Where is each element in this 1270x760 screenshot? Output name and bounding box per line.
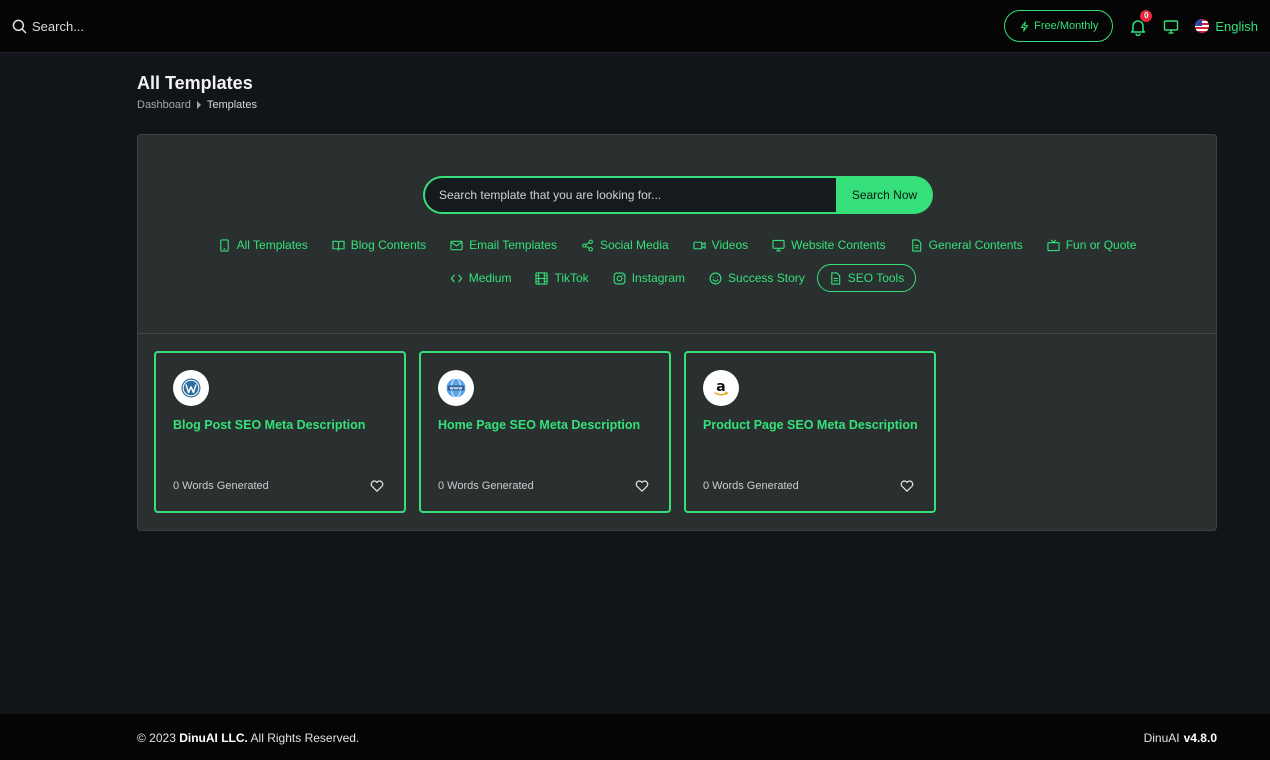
- category-label: TikTok: [554, 271, 589, 285]
- search-icon: [12, 19, 27, 33]
- category-seo-tools[interactable]: SEO Tools: [816, 264, 917, 292]
- category-website-contents[interactable]: Website Contents: [760, 231, 898, 259]
- version-info: DinuAI v4.8.0: [1144, 731, 1217, 745]
- words-generated: 0 Words Generated: [438, 480, 534, 492]
- language-selector[interactable]: English: [1195, 19, 1258, 34]
- category-label: Videos: [711, 238, 749, 252]
- category-medium[interactable]: Medium: [438, 264, 524, 292]
- display-mode-button[interactable]: [1163, 17, 1181, 35]
- category-label: All Templates: [236, 238, 308, 252]
- words-generated: 0 Words Generated: [173, 480, 269, 492]
- card-footer: 0 Words Generated: [438, 479, 649, 493]
- category-social-media[interactable]: Social Media: [569, 231, 681, 259]
- template-search-bar: Search Now: [423, 176, 933, 214]
- monitor-icon: [772, 239, 785, 251]
- category-row-2: Medium TikTok Instagram Success Story SE…: [438, 264, 917, 292]
- category-general-contents[interactable]: General Contents: [898, 231, 1035, 259]
- card-title: Product Page SEO Meta Description: [703, 418, 918, 432]
- heart-icon[interactable]: [370, 479, 384, 493]
- smile-icon: [709, 272, 722, 284]
- plan-label: Free/Monthly: [1034, 20, 1099, 32]
- category-fun-or-quote[interactable]: Fun or Quote: [1035, 231, 1149, 259]
- lightning-icon: [1020, 20, 1029, 32]
- template-card-home-page-seo[interactable]: www Home Page SEO Meta Description 0 Wor…: [419, 351, 671, 513]
- amazon-icon: a: [703, 370, 739, 406]
- category-filters: All Templates Blog Contents Email Templa…: [138, 231, 1216, 292]
- video-icon: [693, 241, 706, 249]
- top-search[interactable]: Search...: [12, 19, 84, 34]
- category-label: Success Story: [728, 271, 805, 285]
- monitor-icon: [1164, 20, 1179, 34]
- category-label: Fun or Quote: [1065, 238, 1137, 252]
- page-title: All Templates: [137, 73, 253, 93]
- filter-area: Search Now All Templates Blog Contents E…: [138, 135, 1216, 334]
- heart-icon[interactable]: [635, 479, 649, 493]
- template-search-input[interactable]: [423, 176, 836, 214]
- svg-text:a: a: [716, 379, 725, 395]
- product-name: DinuAI: [1143, 731, 1180, 745]
- breadcrumb-dashboard[interactable]: Dashboard: [137, 99, 191, 111]
- category-instagram[interactable]: Instagram: [601, 264, 697, 292]
- document-icon: [911, 238, 921, 252]
- film-icon: [535, 271, 549, 285]
- tv-icon: [1047, 239, 1060, 251]
- category-label: Website Contents: [791, 238, 886, 252]
- template-card-blog-post-seo[interactable]: Blog Post SEO Meta Description 0 Words G…: [154, 351, 406, 513]
- plan-button[interactable]: Free/Monthly: [1004, 10, 1114, 42]
- card-footer: 0 Words Generated: [173, 479, 384, 493]
- us-flag-icon: [1195, 19, 1210, 33]
- category-label: SEO Tools: [847, 271, 905, 285]
- top-bar: Search... Free/Monthly 0 English: [0, 0, 1270, 53]
- template-cards: Blog Post SEO Meta Description 0 Words G…: [154, 351, 936, 513]
- card-title: Home Page SEO Meta Description: [438, 418, 641, 432]
- card-title: Blog Post SEO Meta Description: [173, 418, 366, 432]
- category-label: Instagram: [631, 271, 686, 285]
- notification-badge: 0: [1140, 10, 1153, 22]
- card-footer: 0 Words Generated: [703, 479, 914, 493]
- heart-icon[interactable]: [900, 479, 914, 493]
- svg-text:www: www: [450, 387, 463, 392]
- top-search-label: Search...: [32, 18, 85, 34]
- book-open-icon: [332, 240, 345, 251]
- copyright-suffix: All Rights Reserved.: [247, 731, 360, 745]
- code-icon: [450, 274, 462, 282]
- instagram-icon: [613, 272, 626, 284]
- caret-right-icon: [196, 101, 201, 109]
- version-number: v4.8.0: [1183, 731, 1217, 745]
- category-videos[interactable]: Videos: [681, 231, 760, 259]
- category-label: Social Media: [599, 238, 669, 252]
- copyright-prefix: © 2023: [137, 731, 180, 745]
- mail-icon: [450, 240, 463, 250]
- copyright: © 2023 DinuAI LLC. All Rights Reserved.: [137, 731, 359, 745]
- notifications-button[interactable]: 0: [1129, 10, 1153, 37]
- www-globe-icon: www: [438, 370, 474, 406]
- category-label: Blog Contents: [350, 238, 427, 252]
- templates-panel: Search Now All Templates Blog Contents E…: [137, 134, 1217, 531]
- top-right-actions: Free/Monthly 0 English: [1004, 10, 1258, 42]
- breadcrumb-templates: Templates: [206, 99, 257, 111]
- footer: © 2023 DinuAI LLC. All Rights Reserved. …: [0, 714, 1270, 760]
- words-generated: 0 Words Generated: [703, 480, 799, 492]
- category-email-templates[interactable]: Email Templates: [438, 231, 569, 259]
- breadcrumb: Dashboard Templates: [137, 99, 257, 111]
- search-now-button[interactable]: Search Now: [836, 176, 933, 214]
- category-success-story[interactable]: Success Story: [697, 264, 817, 292]
- category-blog-contents[interactable]: Blog Contents: [320, 231, 438, 259]
- category-label: Medium: [468, 271, 512, 285]
- share-icon: [582, 239, 593, 251]
- category-tiktok[interactable]: TikTok: [523, 264, 600, 292]
- document-icon: [830, 271, 840, 285]
- category-row-1: All Templates Blog Contents Email Templa…: [206, 231, 1149, 259]
- category-label: General Contents: [928, 238, 1023, 252]
- category-label: Email Templates: [469, 238, 557, 252]
- wordpress-icon: [173, 370, 209, 406]
- tablet-icon: [219, 238, 229, 252]
- language-label: English: [1215, 18, 1258, 34]
- category-all-templates[interactable]: All Templates: [206, 231, 320, 259]
- company-name: DinuAI LLC.: [179, 731, 248, 745]
- template-card-product-page-seo[interactable]: a Product Page SEO Meta Description 0 Wo…: [684, 351, 936, 513]
